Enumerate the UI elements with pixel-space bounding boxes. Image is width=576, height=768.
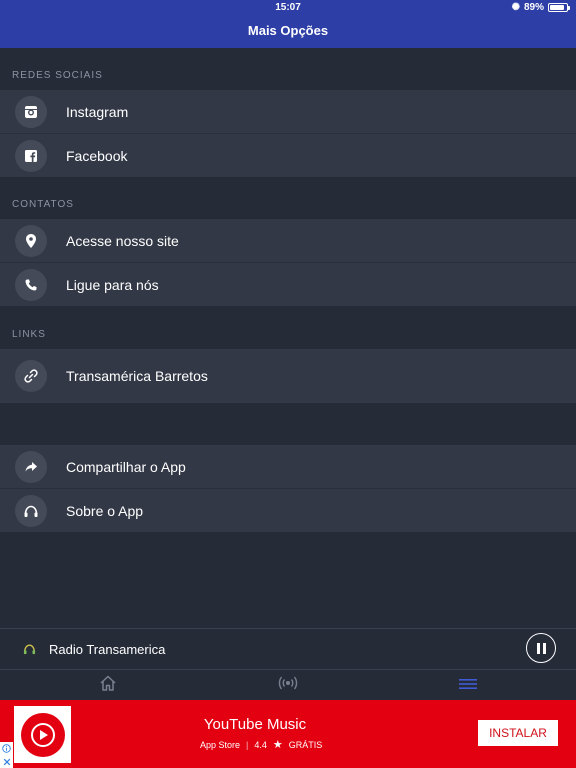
facebook-icon <box>15 139 47 172</box>
instagram-icon <box>15 95 47 128</box>
row-label: Compartilhar o App <box>66 458 186 475</box>
share-icon <box>15 450 47 483</box>
tab-home[interactable] <box>12 670 204 701</box>
tab-menu[interactable] <box>372 670 564 701</box>
row-label: Acesse nosso site <box>66 232 179 249</box>
headphones-icon <box>15 494 47 527</box>
ad-rating: 4.4 <box>254 739 267 750</box>
header: 15:07 ✺ 89% Mais Opções <box>0 0 576 48</box>
section-label-contatos: CONTATOS <box>12 199 74 210</box>
row-instagram[interactable]: Instagram <box>0 90 576 133</box>
row-label: Ligue para nós <box>66 276 159 293</box>
row-label: Instagram <box>66 103 129 120</box>
youtube-music-logo <box>14 706 71 763</box>
ad-store: App Store <box>200 739 241 750</box>
row-phone[interactable]: Ligue para nós <box>0 263 576 306</box>
status-time: 15:07 <box>275 2 301 13</box>
row-label: Transamérica Barretos <box>66 368 208 384</box>
row-about-app[interactable]: Sobre o App <box>0 489 576 532</box>
ad-close-icon <box>3 758 10 765</box>
page-title: Mais Opções <box>247 23 329 38</box>
row-site[interactable]: Acesse nosso site <box>0 219 576 262</box>
section-label-links: LINKS <box>12 329 46 340</box>
phone-icon <box>15 268 47 301</box>
row-facebook[interactable]: Facebook <box>0 134 576 177</box>
ad-meta: App Store | 4.4 ★ GRÁTIS <box>200 738 322 751</box>
battery-icon <box>548 3 570 12</box>
star-icon: ★ <box>272 739 283 751</box>
ad-title: YouTube Music <box>203 716 307 733</box>
pause-button[interactable] <box>526 633 556 663</box>
home-icon <box>99 675 117 696</box>
install-button[interactable]: INSTALAR <box>478 720 558 746</box>
station-name: Radio Transamerica <box>49 641 166 657</box>
radio-broadcast-icon <box>277 676 299 695</box>
ad-info-icon[interactable] <box>0 742 13 768</box>
link-icon <box>15 360 47 392</box>
row-transamerica-barretos[interactable]: Transamérica Barretos <box>0 349 576 403</box>
mini-player[interactable]: Radio Transamerica <box>0 628 576 669</box>
location-pin-icon <box>15 224 47 257</box>
status-right: ✺ 89% <box>511 2 570 13</box>
row-label: Sobre o App <box>66 502 144 519</box>
ad-price: GRÁTIS <box>288 739 323 750</box>
ad-meta-separator: | <box>246 739 249 750</box>
loading-icon: ✺ <box>511 2 520 13</box>
menu-icon <box>459 677 477 695</box>
pause-icon <box>536 642 540 654</box>
tab-bar <box>0 669 576 700</box>
row-share-app[interactable]: Compartilhar o App <box>0 445 576 488</box>
row-label: Facebook <box>66 147 128 164</box>
ad-banner[interactable]: YouTube Music App Store | 4.4 ★ GRÁTIS I… <box>0 700 576 768</box>
tab-radio[interactable] <box>192 670 384 701</box>
battery-percent: 89% <box>523 2 544 13</box>
section-label-redes-sociais: REDES SOCIAIS <box>12 70 103 81</box>
headphones-icon <box>22 643 37 655</box>
